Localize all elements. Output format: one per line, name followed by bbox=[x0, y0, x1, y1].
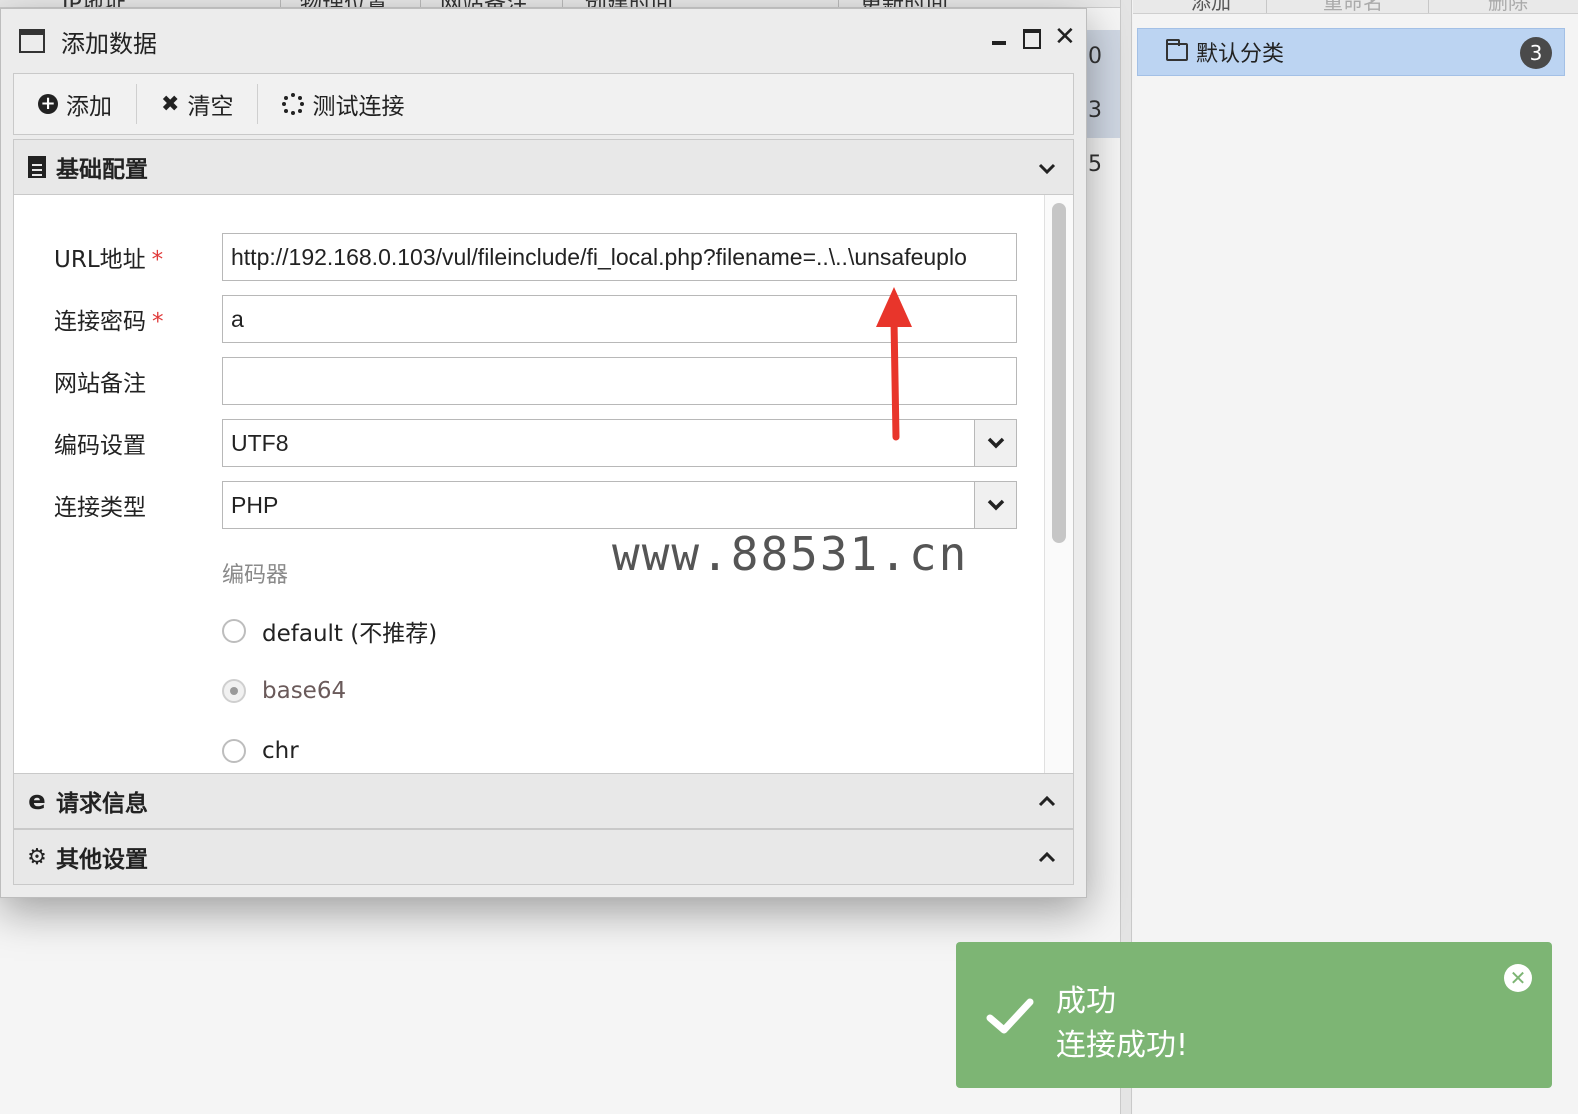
spinner-icon bbox=[282, 93, 305, 115]
radio-button[interactable] bbox=[222, 619, 246, 643]
delete-category-button[interactable]: 删除 bbox=[1488, 0, 1528, 13]
window-icon bbox=[19, 29, 45, 53]
edge-icon: e bbox=[28, 786, 46, 816]
minimize-icon[interactable] bbox=[990, 27, 1008, 47]
encoding-row: 编码设置 bbox=[54, 419, 222, 467]
radio-base64[interactable]: base64 bbox=[222, 673, 346, 709]
chevron-down-icon[interactable] bbox=[974, 482, 1016, 528]
content-scrollbar[interactable] bbox=[1044, 195, 1073, 775]
add-data-dialog: 添加数据 ✕ + 添加 ✖ 清空 测试连接 基础配置 URL地址 * http:… bbox=[0, 8, 1087, 898]
column-header[interactable]: 更新时间 bbox=[860, 0, 948, 7]
table-cell[interactable]: 0 bbox=[1088, 44, 1102, 69]
rename-category-button[interactable]: 重命名 bbox=[1323, 0, 1383, 13]
test-connection-button[interactable]: 测试连接 bbox=[258, 74, 428, 134]
panel-basic-title: 基础配置 bbox=[56, 157, 148, 183]
dialog-titlebar[interactable]: 添加数据 ✕ bbox=[1, 9, 1086, 73]
encoding-value: UTF8 bbox=[231, 429, 289, 456]
url-input[interactable]: http://192.168.0.103/vul/fileinclude/fi_… bbox=[222, 233, 1017, 281]
category-toolbar: 添加 重命名 删除 bbox=[1133, 0, 1578, 14]
password-label: 连接密码 * bbox=[54, 309, 164, 335]
dialog-title: 添加数据 bbox=[61, 29, 157, 58]
window-controls: ✕ bbox=[990, 24, 1076, 50]
note-row: 网站备注 bbox=[54, 357, 222, 405]
clear-button-label: 清空 bbox=[187, 94, 234, 120]
folder-icon bbox=[1166, 39, 1188, 61]
chevron-up-icon[interactable] bbox=[1037, 792, 1057, 812]
add-button-label: 添加 bbox=[66, 94, 112, 120]
watermark: www.88531.cn bbox=[612, 527, 969, 581]
column-header[interactable]: 物理位置 bbox=[300, 0, 388, 7]
clear-button[interactable]: ✖ 清空 bbox=[137, 74, 257, 134]
toast-close-icon[interactable]: ✕ bbox=[1504, 964, 1532, 992]
radio-label: base64 bbox=[262, 678, 347, 704]
category-item-default[interactable]: 默认分类 3 bbox=[1137, 28, 1565, 76]
dialog-toolbar: + 添加 ✖ 清空 测试连接 bbox=[13, 73, 1074, 135]
type-select[interactable]: PHP bbox=[222, 481, 1017, 529]
column-header[interactable]: 创建时间 bbox=[585, 0, 673, 7]
panel-request-info[interactable]: e 请求信息 bbox=[13, 773, 1074, 829]
encoder-title: 编码器 bbox=[222, 563, 289, 588]
add-category-button[interactable]: 添加 bbox=[1191, 0, 1231, 13]
note-label: 网站备注 bbox=[54, 371, 146, 397]
red-arrow-annotation bbox=[876, 287, 912, 441]
radio-label: chr bbox=[262, 738, 299, 764]
panel-other-settings[interactable]: ⚙ 其他设置 bbox=[13, 829, 1074, 885]
plus-circle-icon: + bbox=[38, 94, 58, 114]
checkmark-icon bbox=[986, 998, 1034, 1034]
password-row: 连接密码 * bbox=[54, 295, 222, 343]
radio-chr[interactable]: chr bbox=[222, 733, 299, 769]
scrollbar-thumb[interactable] bbox=[1052, 203, 1066, 543]
panel-request-title: 请求信息 bbox=[56, 791, 148, 817]
radio-button-selected[interactable] bbox=[222, 679, 246, 703]
type-row: 连接类型 bbox=[54, 481, 222, 529]
type-label: 连接类型 bbox=[54, 495, 146, 521]
add-button[interactable]: + 添加 bbox=[14, 74, 136, 134]
panel-other-title: 其他设置 bbox=[56, 847, 148, 873]
url-row: URL地址 * bbox=[54, 233, 222, 281]
test-connection-label: 测试连接 bbox=[312, 94, 405, 120]
x-icon: ✖ bbox=[161, 91, 180, 117]
column-header[interactable]: 网站备注 bbox=[440, 0, 528, 7]
type-value: PHP bbox=[231, 491, 279, 518]
gears-icon: ⚙ bbox=[27, 844, 47, 870]
basic-config-content: URL地址 * http://192.168.0.103/vul/fileincl… bbox=[13, 195, 1074, 775]
panel-basic-config[interactable]: 基础配置 bbox=[13, 139, 1074, 195]
url-label: URL地址 * bbox=[54, 247, 164, 273]
close-icon[interactable]: ✕ bbox=[1054, 24, 1076, 50]
maximize-icon[interactable] bbox=[1022, 27, 1041, 49]
table-cell[interactable]: 3 bbox=[1088, 98, 1102, 123]
toast-message: 连接成功! bbox=[1056, 1028, 1189, 1063]
chevron-down-icon[interactable] bbox=[974, 420, 1016, 466]
document-icon bbox=[28, 156, 46, 178]
table-cell[interactable]: 5 bbox=[1088, 152, 1102, 177]
radio-label: default (不推荐) bbox=[262, 621, 438, 647]
encoding-label: 编码设置 bbox=[54, 433, 146, 459]
success-toast: 成功 连接成功! ✕ bbox=[956, 942, 1552, 1088]
list-header: IP地址 物理位置 网站备注 创建时间 更新时间 bbox=[0, 0, 1120, 8]
chevron-up-icon[interactable] bbox=[1037, 848, 1057, 868]
chevron-down-icon[interactable] bbox=[1037, 158, 1057, 178]
toast-title: 成功 bbox=[1056, 984, 1116, 1019]
count-badge: 3 bbox=[1520, 37, 1552, 69]
radio-button[interactable] bbox=[222, 739, 246, 763]
column-header[interactable]: IP地址 bbox=[62, 0, 126, 7]
radio-default[interactable]: default (不推荐) bbox=[222, 613, 437, 649]
category-label: 默认分类 bbox=[1196, 42, 1285, 67]
